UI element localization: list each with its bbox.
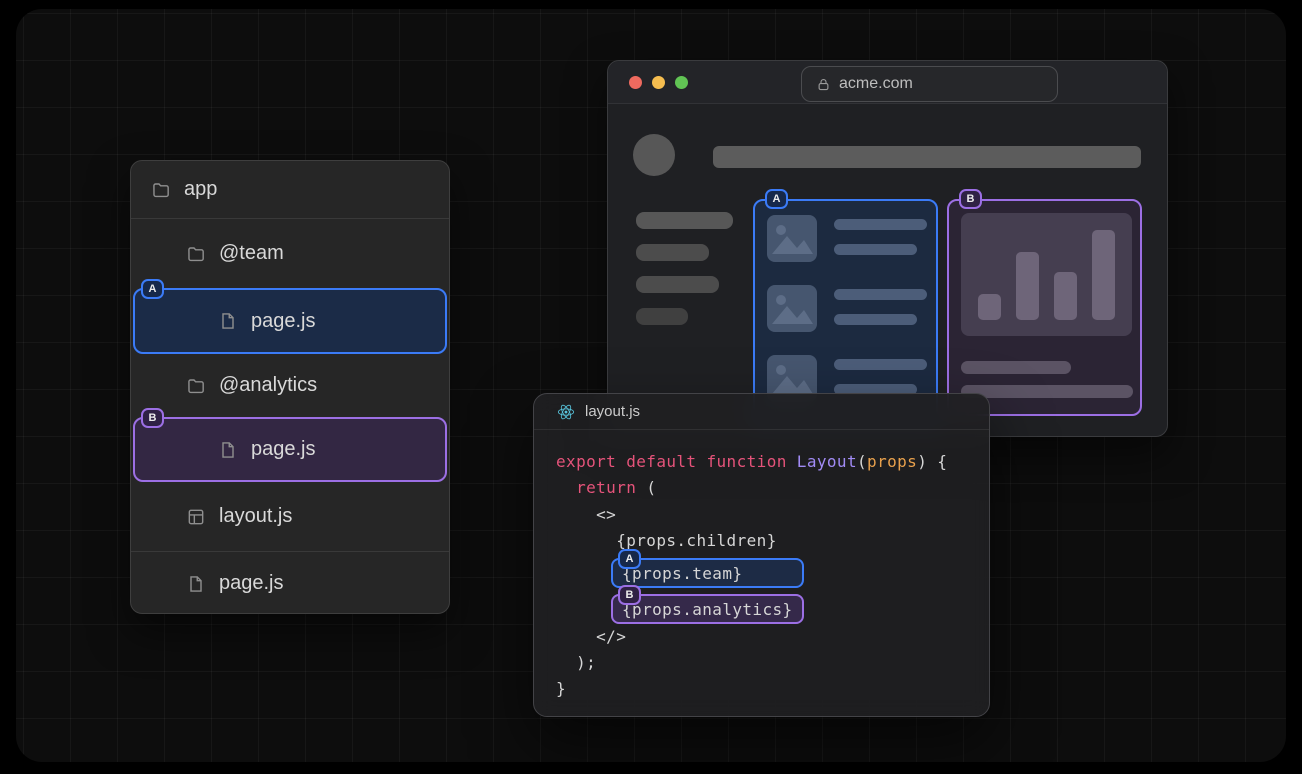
file-icon xyxy=(218,311,238,331)
text-bar-placeholder xyxy=(834,289,927,300)
list-item-text-bars xyxy=(834,289,927,325)
nav-bar-placeholder xyxy=(636,276,719,293)
browser-titlebar: acme.com xyxy=(608,61,1167,104)
code-token: export default function xyxy=(556,452,797,471)
zoom-button[interactable] xyxy=(675,76,688,89)
code-token: ); xyxy=(556,653,597,672)
code-line: {props.children} xyxy=(556,528,777,554)
code-filename: layout.js xyxy=(585,403,641,420)
tree-highlight-purple: page.js xyxy=(133,417,447,482)
minimize-button[interactable] xyxy=(652,76,665,89)
text-bar-placeholder xyxy=(834,219,927,230)
react-icon xyxy=(557,403,575,421)
chart-bar-placeholder xyxy=(978,294,1001,320)
list-item-text-bars xyxy=(834,219,927,255)
nav-bar-placeholder xyxy=(636,244,709,261)
code-highlight-purple: B {props.analytics} xyxy=(611,585,804,624)
address-bar[interactable]: acme.com xyxy=(801,66,1058,102)
file-tree-rows: app @team page.js A @analytics page.js Blayout… xyxy=(131,161,449,613)
tree-item-app-0[interactable]: app xyxy=(131,161,449,219)
badge-b: B xyxy=(618,585,641,605)
chart-bar-placeholder xyxy=(1016,252,1039,320)
lock-icon xyxy=(816,77,831,92)
slot-b: B xyxy=(947,189,1142,416)
code-token: <> xyxy=(556,505,617,524)
text-bar-placeholder xyxy=(834,359,927,370)
text-bar-placeholder xyxy=(834,314,917,325)
code-line: export default function Layout(props) { xyxy=(556,449,947,475)
folder-icon xyxy=(186,244,206,264)
image-placeholder-icon xyxy=(767,215,817,262)
illustration-canvas: app @team page.js A @analytics page.js Blayout… xyxy=(0,0,1302,774)
text-bar-placeholder xyxy=(961,361,1071,374)
badge-a: A xyxy=(765,189,788,209)
code-token: {props.children} xyxy=(556,531,777,550)
tree-highlight-blue: page.js xyxy=(133,288,447,354)
code-window: layout.js export default function Layout… xyxy=(533,393,990,717)
nav-bar-placeholder xyxy=(636,212,733,229)
header-bar-placeholder xyxy=(713,146,1141,168)
tree-item-label: @analytics xyxy=(219,374,318,396)
code-token: </> xyxy=(556,627,627,646)
code-window-header: layout.js xyxy=(534,394,989,430)
code-token: } xyxy=(556,679,567,698)
window-controls xyxy=(629,76,688,89)
tree-item-label: @team xyxy=(219,242,284,264)
folder-icon xyxy=(151,180,171,200)
code-token: props xyxy=(867,452,918,471)
code-token: ( xyxy=(636,478,657,497)
badge-b: B xyxy=(141,408,164,428)
code-token: ) { xyxy=(917,452,948,471)
code-token: ( xyxy=(857,452,868,471)
tree-item-page-js-2[interactable]: page.js A xyxy=(131,279,449,354)
code-token: {props.team} xyxy=(622,563,743,583)
code-line: return ( xyxy=(556,475,656,501)
tree-item-layout-js-5[interactable]: layout.js xyxy=(131,482,449,552)
file-icon xyxy=(218,440,238,460)
file-tree-panel: app @team page.js A @analytics page.js Blayout… xyxy=(130,160,450,614)
badge-a: A xyxy=(618,549,641,569)
list-item-placeholder xyxy=(767,215,927,262)
close-button[interactable] xyxy=(629,76,642,89)
tree-item-team-1[interactable]: @team xyxy=(131,219,449,288)
tree-item-label: layout.js xyxy=(219,505,293,527)
tree-item-page-js-6[interactable]: page.js xyxy=(131,552,449,613)
text-bar-placeholder xyxy=(834,244,917,255)
nav-placeholder xyxy=(636,212,733,325)
file-icon xyxy=(186,574,206,594)
code-token: Layout xyxy=(796,452,857,471)
tree-item-label: page.js xyxy=(251,309,316,332)
code-token: {props.analytics} xyxy=(622,599,793,619)
tree-item-page-js-4[interactable]: page.js B xyxy=(131,408,449,482)
chart-bar-placeholder xyxy=(1054,272,1077,320)
address-url: acme.com xyxy=(839,75,913,92)
code-line: <> xyxy=(556,502,616,528)
code-line: ); xyxy=(556,650,596,676)
image-placeholder-icon xyxy=(767,285,817,332)
avatar-placeholder xyxy=(633,134,675,176)
list-item-text-bars xyxy=(834,359,927,395)
code-line: </> xyxy=(556,624,626,650)
tree-item-label: page.js xyxy=(219,572,284,594)
code-editor: export default function Layout(props) { … xyxy=(556,449,981,708)
bar-chart-placeholder xyxy=(961,213,1132,336)
badge-a: A xyxy=(141,279,164,299)
tree-item-analytics-3[interactable]: @analytics xyxy=(131,354,449,417)
nav-bar-placeholder xyxy=(636,308,688,325)
list-item-placeholder xyxy=(767,285,927,332)
browser-window: acme.com A B xyxy=(607,60,1168,437)
tree-item-label: app xyxy=(184,178,218,200)
code-line: } xyxy=(556,676,566,702)
bar-chart-bars xyxy=(978,230,1115,320)
code-token: return xyxy=(576,478,637,497)
chart-bar-placeholder xyxy=(1092,230,1115,320)
tree-item-label: page.js xyxy=(251,438,316,460)
folder-icon xyxy=(186,376,206,396)
badge-b: B xyxy=(959,189,982,209)
code-highlight-blue: A {props.team} xyxy=(611,549,804,588)
layout-icon xyxy=(186,507,206,527)
